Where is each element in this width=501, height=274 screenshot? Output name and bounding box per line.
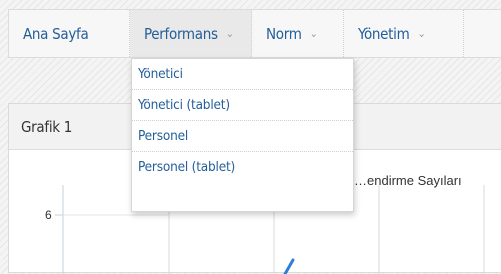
- menu-item-yonetici-tablet[interactable]: Yönetici (tablet): [132, 90, 353, 121]
- y-tick-label: 6: [45, 208, 52, 222]
- performans-dropdown-menu: Yönetici Yönetici (tablet) Personel Pers…: [131, 58, 354, 212]
- menu-item-label: Personel: [138, 128, 189, 144]
- chevron-down-icon: ⌄: [417, 27, 426, 40]
- menu-item-personel-tablet[interactable]: Personel (tablet): [132, 152, 353, 182]
- menu-item-label: Personel (tablet): [138, 159, 236, 175]
- menu-item-personel[interactable]: Personel: [132, 121, 353, 152]
- nav-item-yonetim[interactable]: Yönetim ⌄: [344, 10, 464, 57]
- menu-item-label: Yönetici (tablet): [138, 97, 230, 113]
- nav-item-label: Performans: [144, 24, 218, 43]
- menu-item-label: Yönetici: [138, 66, 183, 82]
- nav-item-norm[interactable]: Norm ⌄: [252, 10, 344, 57]
- nav-item-performans[interactable]: Performans ⌄: [130, 10, 252, 57]
- chevron-down-icon: ⌄: [225, 27, 234, 40]
- nav-item-label: Yönetim: [358, 24, 410, 43]
- nav-item-ana-sayfa[interactable]: Ana Sayfa: [9, 10, 130, 57]
- panel-title: Grafik 1: [21, 117, 73, 136]
- nav-item-label: Norm: [266, 24, 302, 43]
- menu-item-yonetici[interactable]: Yönetici: [132, 59, 353, 90]
- series-line: [283, 258, 295, 274]
- nav-item-label: Ana Sayfa: [23, 24, 89, 43]
- top-navbar: Ana Sayfa Performans ⌄ Norm ⌄ Yönetim ⌄: [8, 9, 501, 58]
- chevron-down-icon: ⌄: [309, 27, 318, 40]
